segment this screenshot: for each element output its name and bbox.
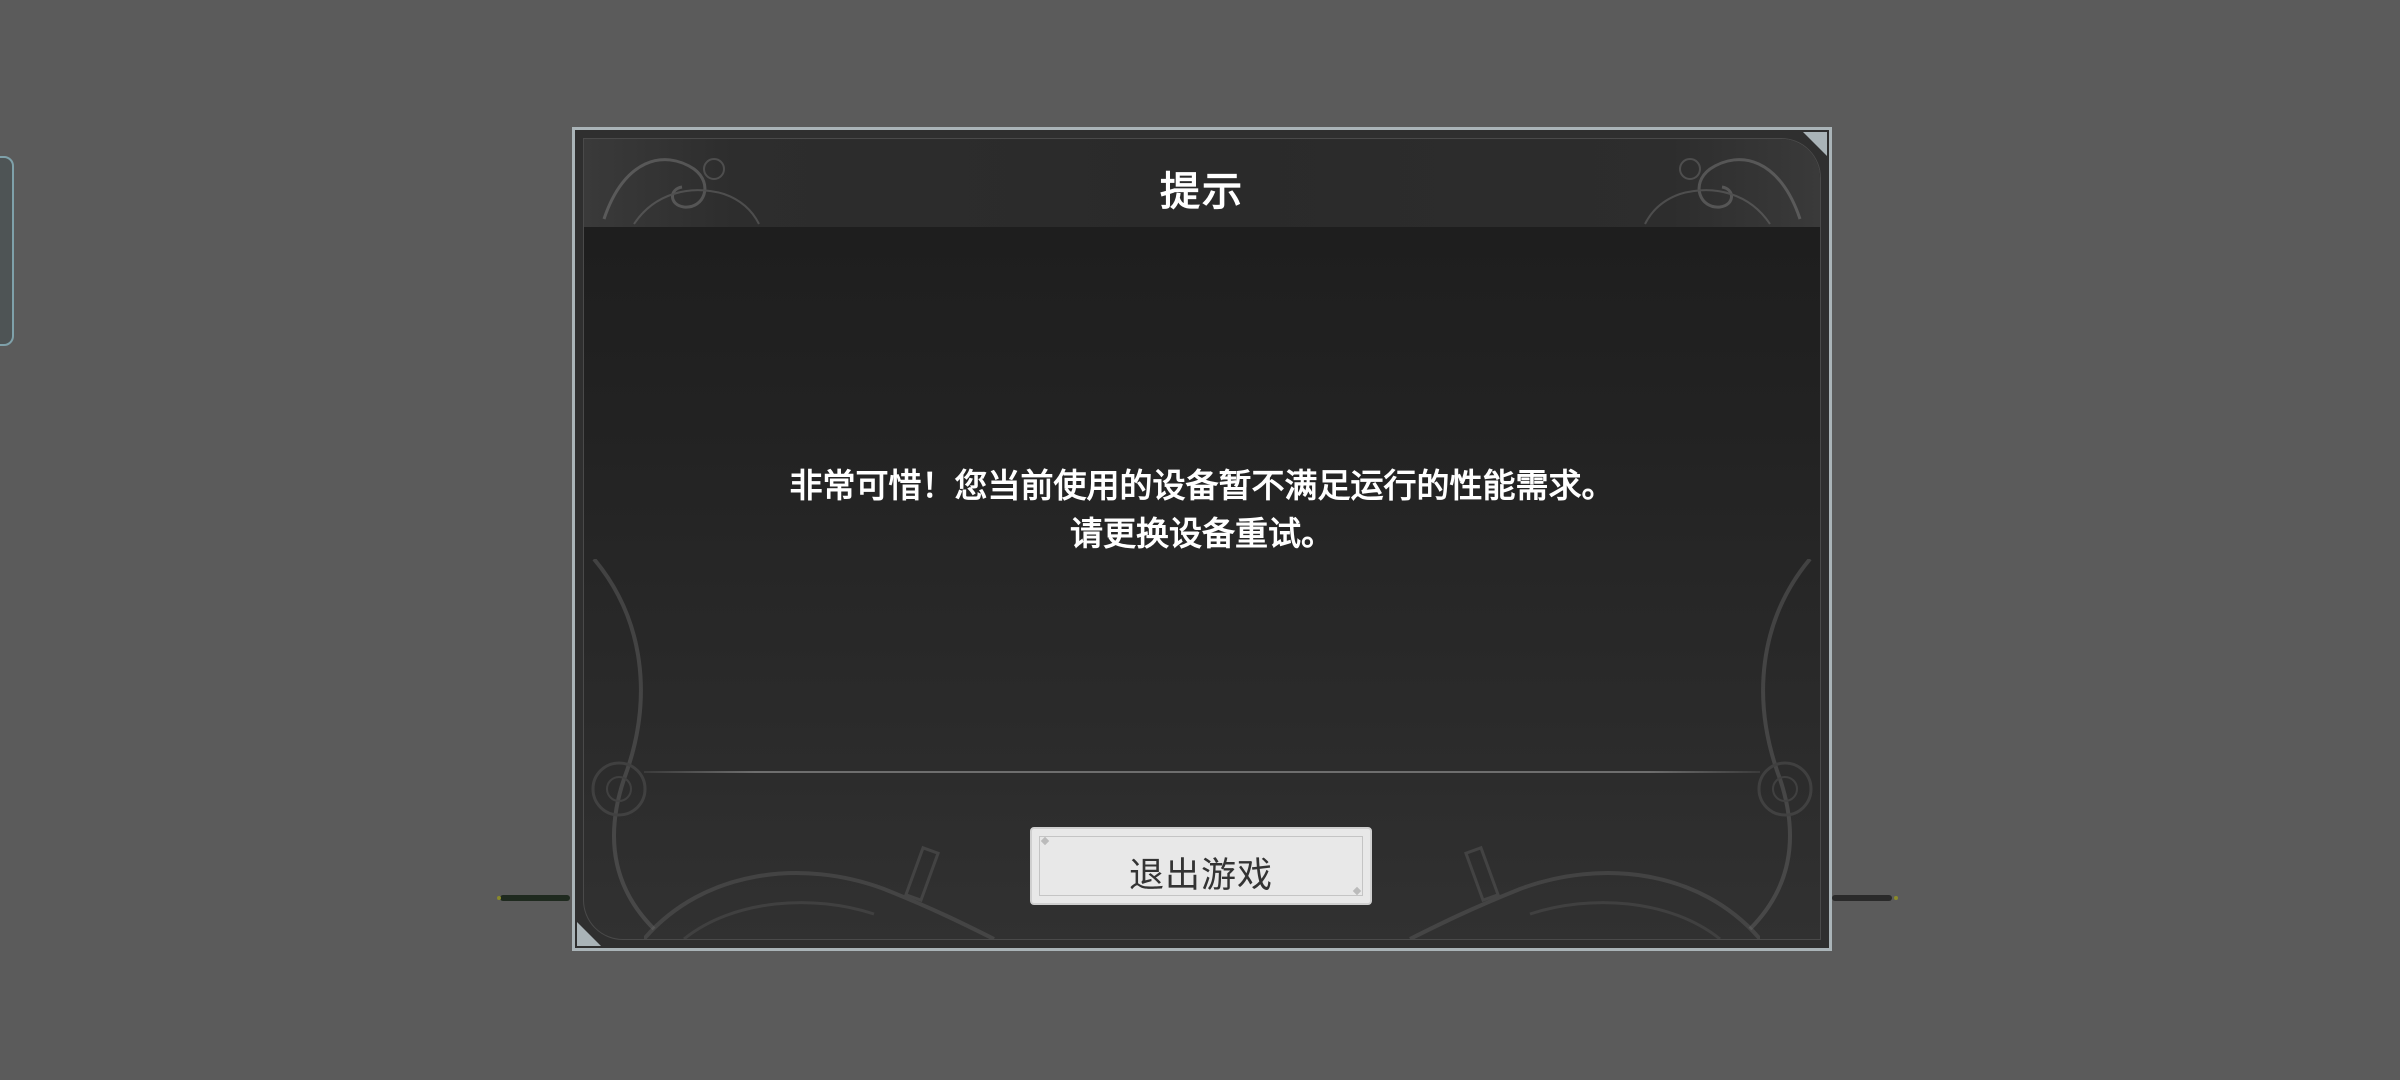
exit-game-button-label: 退出游戏	[1128, 856, 1273, 896]
background-decor-line-left	[497, 895, 570, 901]
alert-dialog: 提示 非常可惜！您当前使用的设备暂不满足运行的性能需求。 请更换设备重试。 退出…	[572, 127, 1832, 951]
message-line-2: 请更换设备重试。	[1070, 514, 1334, 553]
dialog-title: 提示	[1160, 169, 1244, 215]
dialog-divider	[644, 771, 1760, 773]
ornament-bottom-left-icon	[644, 845, 995, 939]
exit-game-button[interactable]: 退出游戏	[1030, 827, 1372, 905]
side-panel-tab[interactable]	[0, 156, 14, 346]
dialog-message: 非常可惜！您当前使用的设备暂不满足运行的性能需求。 请更换设备重试。	[584, 462, 1820, 558]
dialog-body: 提示 非常可惜！您当前使用的设备暂不满足运行的性能需求。 请更换设备重试。 退出…	[583, 138, 1821, 940]
dialog-header: 提示	[584, 139, 1820, 227]
background-decor-line-right	[1832, 895, 1898, 901]
ornament-bottom-right-icon	[1409, 845, 1760, 939]
message-line-1: 非常可惜！您当前使用的设备暂不满足运行的性能需求。	[789, 466, 1615, 505]
